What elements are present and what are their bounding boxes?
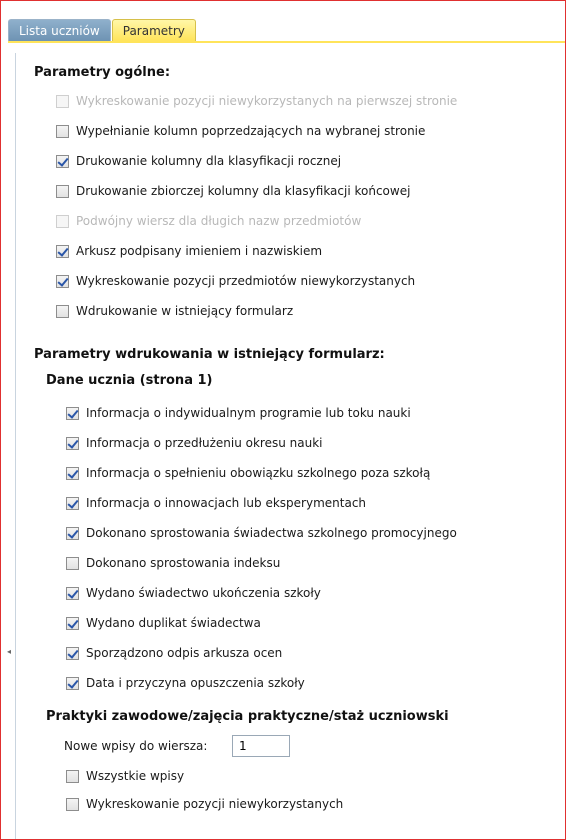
student-option[interactable]: Informacja o przedłużeniu okresu nauki bbox=[66, 433, 323, 453]
student-option[interactable]: Wydano świadectwo ukończenia szkoły bbox=[66, 583, 321, 603]
checkbox[interactable] bbox=[66, 769, 79, 783]
checkbox-label: Wykreskowanie pozycji niewykorzystanych bbox=[86, 797, 344, 811]
checkbox[interactable] bbox=[56, 94, 69, 108]
general-option[interactable]: Drukowanie zbiorczej kolumny dla klasyfi… bbox=[56, 181, 410, 201]
checkbox[interactable] bbox=[66, 676, 79, 690]
student-option[interactable]: Informacja o spełnieniu obowiązku szkoln… bbox=[66, 463, 430, 483]
checkbox[interactable] bbox=[66, 436, 79, 450]
student-option[interactable]: Wydano duplikat świadectwa bbox=[66, 613, 261, 633]
general-option[interactable]: Wykreskowanie pozycji niewykorzystanych … bbox=[56, 91, 457, 111]
checkbox-label: Wszystkie wpisy bbox=[86, 769, 185, 783]
checkbox[interactable] bbox=[66, 586, 79, 600]
checkbox-label: Data i przyczyna opuszczenia szkoły bbox=[86, 676, 305, 690]
checkbox-label: Sporządzono odpis arkusza ocen bbox=[86, 646, 283, 660]
checkbox[interactable] bbox=[66, 526, 79, 540]
checkbox[interactable] bbox=[56, 214, 69, 228]
checkbox[interactable] bbox=[66, 466, 79, 480]
splitter-handle-icon[interactable]: ◂ bbox=[7, 647, 11, 657]
general-params-title: Parametry ogólne: bbox=[34, 65, 171, 80]
checkbox-label: Wydano duplikat świadectwa bbox=[86, 616, 261, 630]
checkbox-label: Arkusz podpisany imieniem i nazwiskiem bbox=[76, 244, 323, 258]
checkbox-label: Informacja o innowacjach lub eksperyment… bbox=[86, 496, 367, 510]
checkbox-label: Drukowanie kolumny dla klasyfikacji rocz… bbox=[76, 154, 342, 168]
window-frame: Lista uczniów Parametry ◂ Parametry ogól… bbox=[0, 0, 566, 840]
practice-title: Praktyki zawodowe/zajęcia praktyczne/sta… bbox=[46, 709, 449, 724]
tab-student-list[interactable]: Lista uczniów bbox=[8, 19, 111, 41]
checkbox-label: Dokonano sprostowania świadectwa szkolne… bbox=[86, 526, 457, 540]
new-entries-label: Nowe wpisy do wiersza: bbox=[64, 739, 208, 753]
general-option[interactable]: Wdrukowanie w istniejący formularz bbox=[56, 301, 293, 321]
practice-option[interactable]: Wykreskowanie pozycji niewykorzystanych bbox=[66, 794, 343, 814]
parameters-panel: Parametry ogólne: Wykreskowanie pozycji … bbox=[15, 53, 559, 839]
checkbox-label: Dokonano sprostowania indeksu bbox=[86, 556, 281, 570]
general-option[interactable]: Drukowanie kolumny dla klasyfikacji rocz… bbox=[56, 151, 341, 171]
student-option[interactable]: Dokonano sprostowania świadectwa szkolne… bbox=[66, 523, 457, 543]
checkbox[interactable] bbox=[56, 244, 69, 258]
tab-underline bbox=[8, 41, 565, 43]
checkbox-label: Informacja o spełnieniu obowiązku szkoln… bbox=[86, 466, 431, 480]
checkbox[interactable] bbox=[66, 616, 79, 630]
checkbox[interactable] bbox=[66, 646, 79, 660]
general-option[interactable]: Wykreskowanie pozycji przedmiotów niewyk… bbox=[56, 271, 415, 291]
checkbox[interactable] bbox=[66, 797, 79, 811]
student-option[interactable]: Data i przyczyna opuszczenia szkoły bbox=[66, 673, 305, 693]
checkbox[interactable] bbox=[66, 556, 79, 570]
checkbox-label: Wydano świadectwo ukończenia szkoły bbox=[86, 586, 321, 600]
tab-bar: Lista uczniów Parametry bbox=[2, 2, 565, 43]
checkbox-label: Wdrukowanie w istniejący formularz bbox=[76, 304, 294, 318]
checkbox-label: Drukowanie zbiorczej kolumny dla klasyfi… bbox=[76, 184, 411, 198]
general-option[interactable]: Podwójny wiersz dla długich nazw przedmi… bbox=[56, 211, 361, 231]
checkbox-label: Wykreskowanie pozycji przedmiotów niewyk… bbox=[76, 274, 416, 288]
checkbox-label: Podwójny wiersz dla długich nazw przedmi… bbox=[76, 214, 362, 228]
student-option[interactable]: Informacja o innowacjach lub eksperyment… bbox=[66, 493, 366, 513]
tab-strip: Lista uczniów Parametry bbox=[8, 19, 197, 41]
checkbox[interactable] bbox=[56, 304, 69, 318]
student-option[interactable]: Sporządzono odpis arkusza ocen bbox=[66, 643, 282, 663]
new-entries-row: Nowe wpisy do wiersza: bbox=[64, 736, 207, 756]
checkbox-label: Informacja o indywidualnym programie lub… bbox=[86, 406, 411, 420]
student-option[interactable]: Dokonano sprostowania indeksu bbox=[66, 553, 280, 573]
checkbox[interactable] bbox=[56, 274, 69, 288]
new-entries-input[interactable] bbox=[232, 735, 290, 757]
tab-parameters[interactable]: Parametry bbox=[111, 19, 196, 41]
checkbox-label: Wykreskowanie pozycji niewykorzystanych … bbox=[76, 94, 458, 108]
student-data-title: Dane ucznia (strona 1) bbox=[46, 373, 213, 388]
checkbox[interactable] bbox=[66, 406, 79, 420]
student-option[interactable]: Informacja o indywidualnym programie lub… bbox=[66, 403, 411, 423]
checkbox-label: Wypełnianie kolumn poprzedzających na wy… bbox=[76, 124, 426, 138]
checkbox[interactable] bbox=[56, 124, 69, 138]
general-option[interactable]: Arkusz podpisany imieniem i nazwiskiem bbox=[56, 241, 322, 261]
practice-option[interactable]: Wszystkie wpisy bbox=[66, 766, 184, 786]
checkbox[interactable] bbox=[56, 154, 69, 168]
print-form-title: Parametry wdrukowania w istniejący formu… bbox=[34, 347, 385, 362]
checkbox[interactable] bbox=[56, 184, 69, 198]
checkbox-label: Informacja o przedłużeniu okresu nauki bbox=[86, 436, 323, 450]
general-option[interactable]: Wypełnianie kolumn poprzedzających na wy… bbox=[56, 121, 425, 141]
checkbox[interactable] bbox=[66, 496, 79, 510]
